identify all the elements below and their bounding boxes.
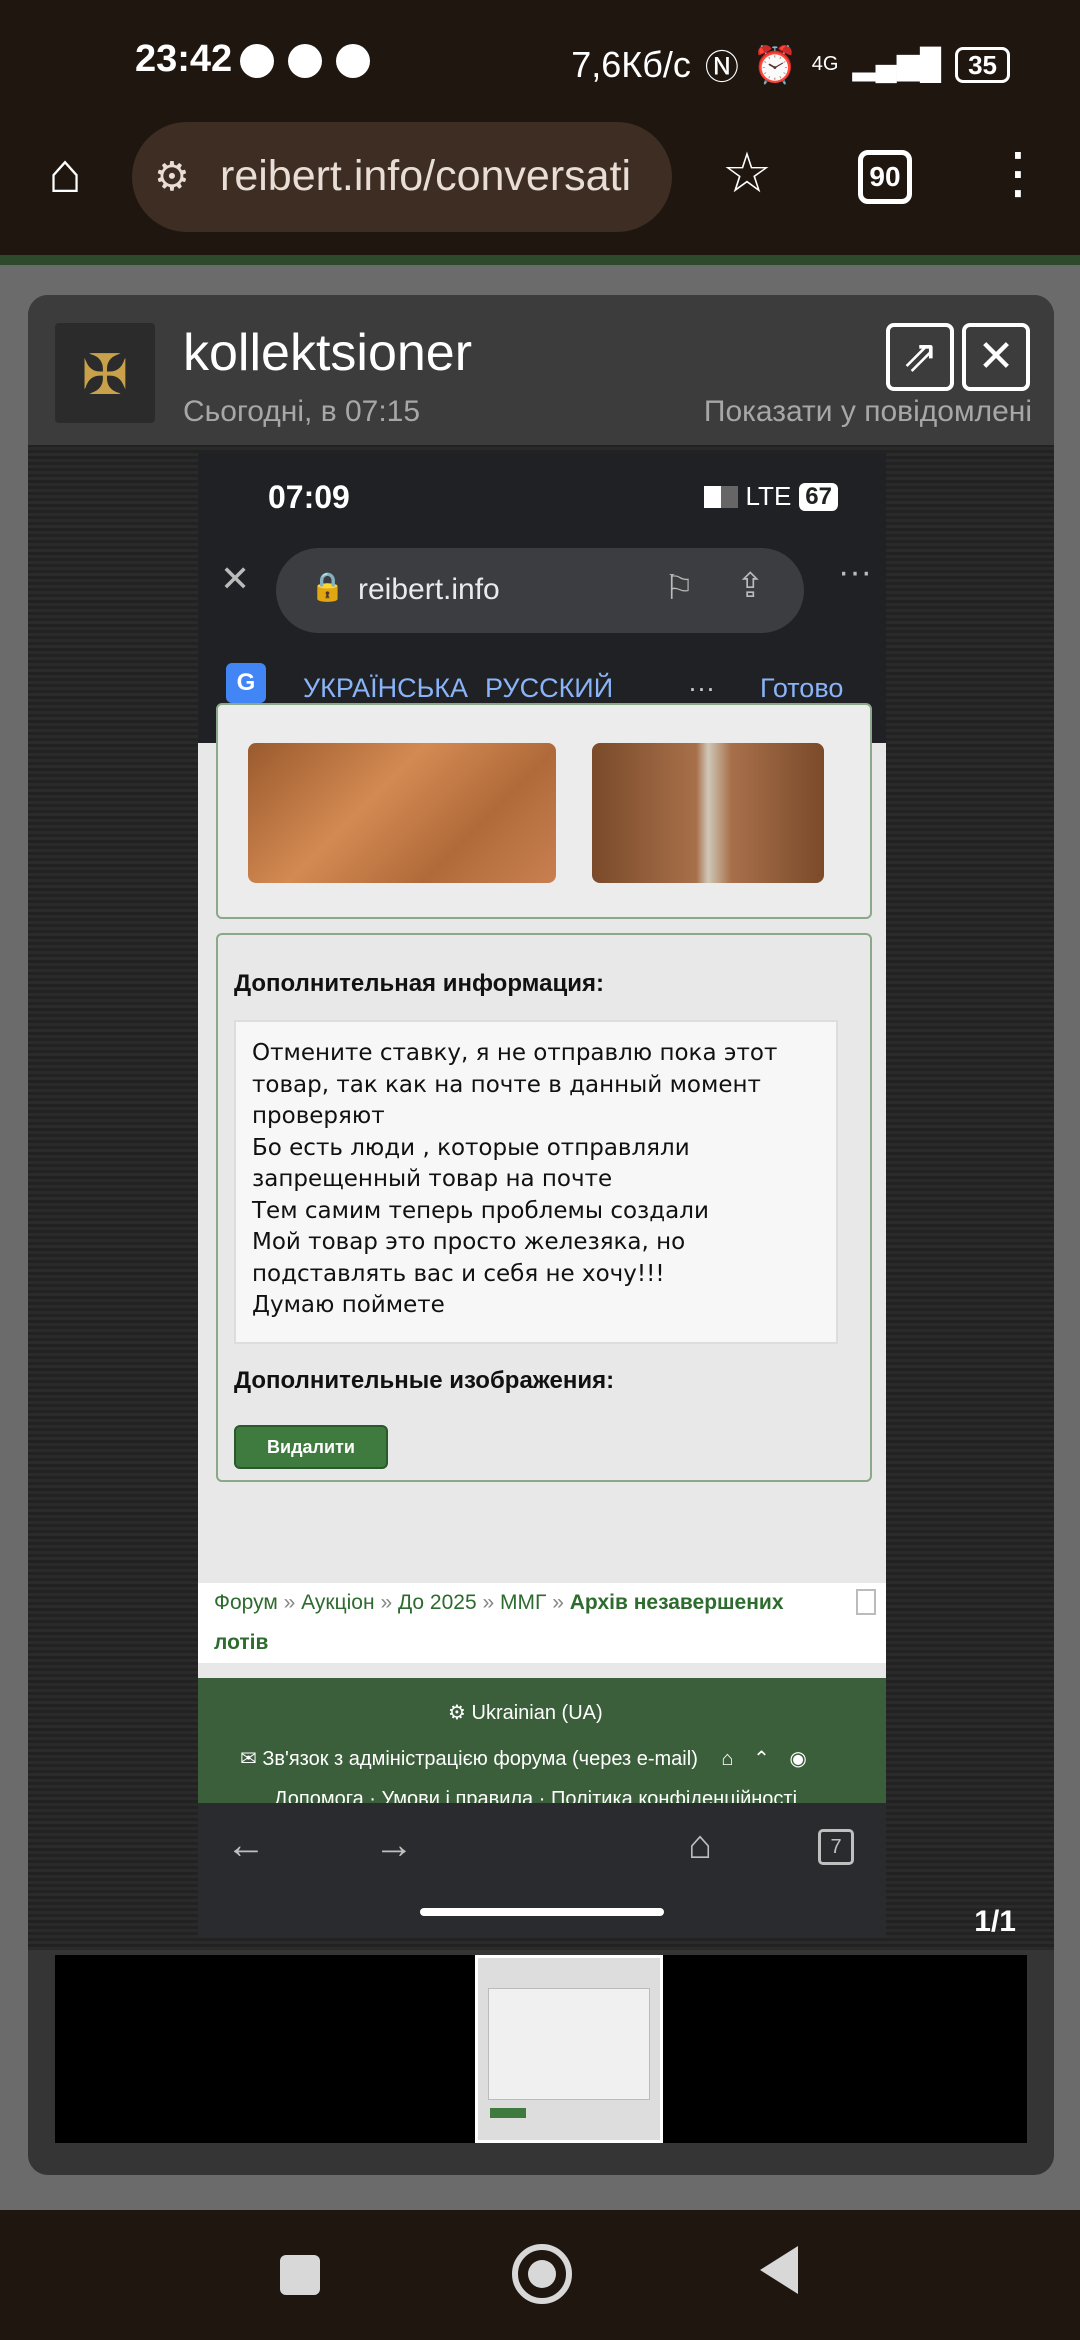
breadcrumb-item: До 2025 [397, 1591, 477, 1614]
inner-home-nav-icon: ⌂ [688, 1823, 713, 1867]
inner-lang-ukrainian: УКРАЇНСЬКА [303, 673, 469, 703]
inner-content: Дополнительная информация: Отмените став… [198, 703, 886, 1568]
inner-battery: 67 [799, 482, 838, 511]
post-date: Сьогодні, в 07:15 [183, 395, 421, 428]
status-time: 23:42 [135, 38, 233, 80]
breadcrumb-item: Аукціон [301, 1591, 375, 1614]
info-line: Мой товар это просто железяка, но [252, 1229, 686, 1255]
site-settings-icon[interactable]: ⚙ [154, 154, 190, 200]
battery-indicator: 35 [955, 46, 1010, 83]
tab-switcher-button[interactable]: 90 [858, 150, 912, 204]
open-external-button[interactable]: ⇗ [886, 323, 954, 391]
screenshot-image: 07:09 LTE 67 ✕ ··· 🔒 reibert.info ⚐ ⇪ G … [198, 453, 886, 1938]
inner-signal-icon [703, 485, 738, 508]
recents-icon[interactable] [280, 2255, 320, 2295]
external-link-icon: ⇗ [901, 332, 939, 381]
inner-images-box [216, 703, 872, 919]
inner-more-icon: ··· [838, 553, 872, 591]
inner-nav-bar: ← → ⌂ 7 [198, 1803, 886, 1938]
info-line: Тем самим теперь проблемы создали [252, 1197, 709, 1224]
info-line: подставлять вас и себя не хочу!!! [252, 1260, 665, 1287]
status-bar: 23:42 7,6Кб/с Ⓝ ⏰ 4G ▂▄▆█ 35 [0, 0, 1080, 125]
inner-url: reibert.info [358, 573, 500, 606]
info-line: товар, так как на почте в данный момент [252, 1071, 761, 1098]
lightbox-header: ✠ kollektsioner Сьогодні, в 07:15 ⇗ ✕ По… [28, 295, 1054, 445]
info-line: Бо есть люди , которые отправляли [252, 1134, 690, 1161]
status-notification-icons [240, 44, 370, 78]
url-text: reibert.info/conversati [220, 152, 632, 200]
back-icon[interactable] [760, 2246, 798, 2294]
inner-translate-more-icon: ··· [688, 673, 715, 703]
inner-forward-icon: → [374, 1823, 414, 1867]
thumbnail-preview [488, 1988, 650, 2100]
info-line: проверяют [252, 1103, 385, 1129]
telegram-icon [288, 44, 322, 78]
eagle-icon: ✠ [81, 343, 129, 406]
document-icon [856, 1589, 876, 1615]
google-translate-icon: G [226, 663, 266, 703]
inner-rss-icon: ◉ [789, 1748, 807, 1770]
thumbnail-button-preview [490, 2108, 526, 2118]
status-right: 7,6Кб/с Ⓝ ⏰ 4G ▂▄▆█ 35 [571, 40, 1010, 89]
avatar[interactable]: ✠ [55, 323, 155, 423]
inner-home-icon: ⌂ [721, 1748, 734, 1770]
info-line: запрещенный товар на почте [252, 1166, 613, 1192]
menu-icon[interactable]: ⋮ [990, 140, 1046, 206]
inner-info-text: Отмените ставку, я не отправлю пока этот… [234, 1020, 838, 1344]
inner-tabs-icon: 7 [818, 1829, 854, 1865]
network-type: 4G [811, 53, 839, 75]
inner-delete-button: Видалити [234, 1425, 388, 1469]
inner-share-icon: ⇪ [736, 567, 765, 605]
inner-language: Ukrainian (UA) [471, 1702, 603, 1724]
page-header-strip [0, 255, 1080, 265]
alarm-icon: ⏰ [752, 43, 798, 85]
inner-images-title: Дополнительные изображения: [234, 1367, 615, 1394]
author-name[interactable]: kollektsioner [183, 323, 472, 383]
inner-mail-icon: ✉ [240, 1748, 257, 1770]
inner-lang-russian: РУССКИЙ [485, 673, 614, 703]
breadcrumb-current: Архів незавершених [569, 1591, 784, 1614]
inner-bookmark-icon: ⚐ [664, 569, 695, 607]
inner-photo-1 [248, 743, 556, 883]
inner-status-right: LTE 67 [703, 481, 838, 512]
inner-network-type: LTE [745, 481, 792, 511]
play-icon [336, 44, 370, 78]
inner-contact-link: Зв'язок з адміністрацією форума (через e… [262, 1748, 698, 1770]
home-circle-icon [528, 2260, 556, 2288]
image-counter: 1/1 [974, 1905, 1016, 1938]
info-line: Отмените ставку, я не отправлю пока этот [252, 1040, 778, 1066]
info-line: Думаю поймете [252, 1292, 445, 1318]
home-nav-button[interactable] [512, 2244, 572, 2304]
nfc-icon: Ⓝ [704, 49, 739, 87]
home-icon[interactable]: ⌂ [30, 140, 100, 205]
inner-breadcrumb: Форум » Аукціон » До 2025 » ММГ » Архів … [198, 1583, 886, 1663]
close-button[interactable]: ✕ [962, 323, 1030, 391]
breadcrumb-item: ММГ [500, 1591, 547, 1614]
inner-status-bar: 07:09 LTE 67 [198, 453, 886, 538]
system-nav-bar [0, 2210, 1080, 2340]
inner-gear-icon: ⚙ [448, 1702, 466, 1724]
inner-info-title: Дополнительная информация: [234, 970, 604, 997]
breadcrumb-item: Форум [214, 1591, 278, 1614]
inner-info-box: Дополнительная информация: Отмените став… [216, 933, 872, 1482]
inner-status-time: 07:09 [268, 479, 350, 515]
address-bar[interactable]: ⚙ reibert.info/conversati [132, 122, 672, 232]
inner-home-indicator [420, 1908, 664, 1916]
thumbnail-strip [55, 1955, 1027, 2143]
inner-photo-2 [592, 743, 824, 883]
show-in-post-link[interactable]: Показати у повідомлені [704, 395, 1032, 429]
inner-close-icon: ✕ [220, 558, 251, 599]
inner-lock-icon: 🔒 [310, 571, 345, 602]
star-icon[interactable]: ☆ [712, 140, 782, 206]
network-speed: 7,6Кб/с [571, 43, 691, 85]
inner-translate-done: Готово [760, 673, 844, 703]
message-icon [240, 44, 274, 78]
close-icon: ✕ [977, 332, 1015, 381]
inner-address-bar: 🔒 reibert.info ⚐ ⇪ [276, 548, 804, 633]
inner-back-icon: ← [226, 1823, 266, 1867]
thumbnail[interactable] [475, 1955, 663, 2143]
breadcrumb-current-cont: лотів [214, 1631, 269, 1654]
inner-up-icon: ⌃ [753, 1748, 770, 1770]
signal-icon: ▂▄▆█ [852, 48, 942, 81]
